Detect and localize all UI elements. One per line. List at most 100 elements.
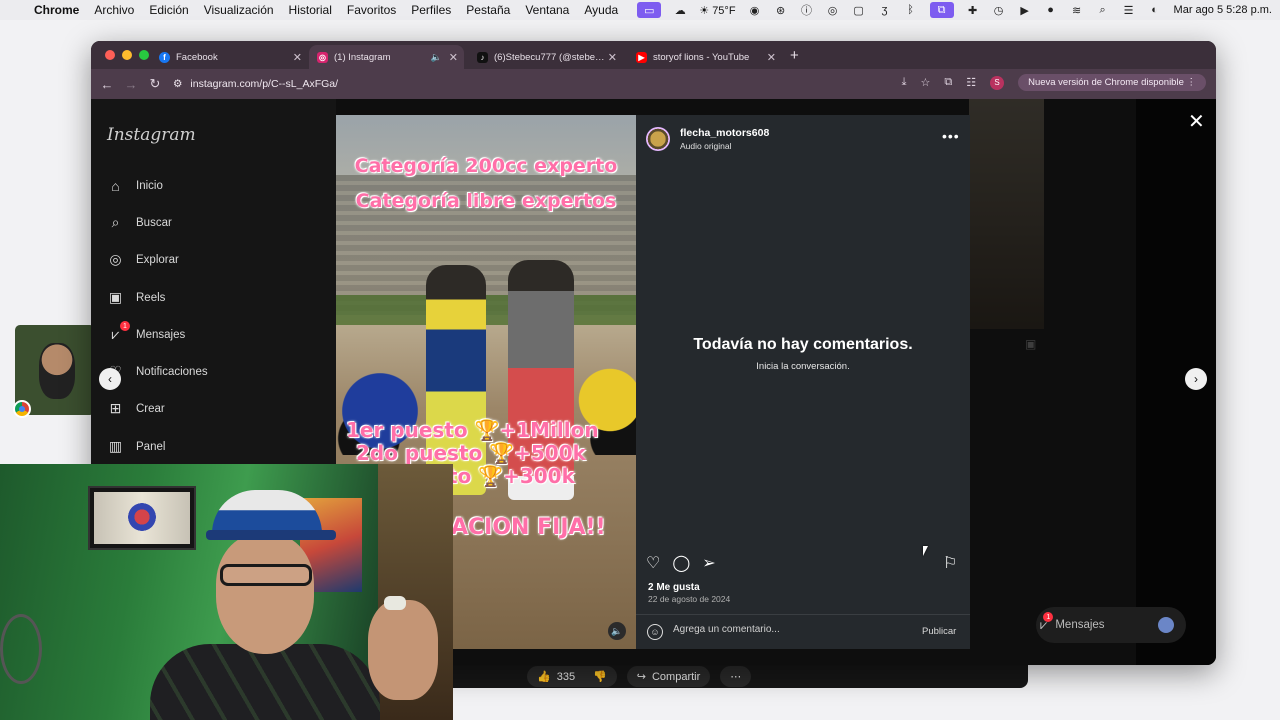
siri-icon[interactable]: ◐ — [1148, 4, 1162, 16]
sidebar-item-reels[interactable]: ▣ Reels — [107, 289, 166, 306]
weather-temperature[interactable]: ☀ 75°F — [699, 4, 735, 17]
like-heart-icon[interactable]: ♡ — [646, 553, 660, 573]
close-window-button[interactable] — [105, 50, 115, 60]
sidebar-item-inicio[interactable]: ⌂ Inicio — [107, 177, 163, 194]
play-icon[interactable]: ▶ — [1018, 4, 1032, 17]
comment-input[interactable] — [673, 624, 903, 635]
tab-close-icon[interactable]: ✕ — [293, 51, 302, 64]
sidebar-item-crear[interactable]: ⊞ Crear — [107, 400, 165, 417]
menu-edicion[interactable]: Edición — [149, 3, 188, 17]
menu-perfiles[interactable]: Perfiles — [411, 3, 451, 17]
tab-instagram[interactable]: ◎ (1) Instagram 🔈 ✕ — [309, 45, 464, 69]
chrome-update-button[interactable]: Nueva versión de Chrome disponible ⋮ — [1018, 74, 1206, 91]
hearing-icon[interactable]: ʒ — [878, 4, 892, 16]
new-tab-icon[interactable]: + — [790, 47, 799, 64]
gamepad-icon[interactable]: ✚ — [966, 4, 980, 17]
youtube-share-button[interactable]: ↪ Compartir — [626, 666, 711, 687]
menu-app-chrome[interactable]: Chrome — [34, 3, 79, 17]
speaker-icon[interactable]: 🔈 — [431, 52, 442, 63]
menu-visualizacion[interactable]: Visualización — [204, 3, 274, 17]
kebab-menu-icon: ⋮ — [1186, 77, 1197, 88]
control-center-icon[interactable]: ☰ — [1122, 4, 1136, 17]
macos-menubar: Chrome Archivo Edición Visualización His… — [0, 0, 1280, 20]
profile-avatar[interactable]: S — [990, 75, 1005, 90]
screen-record-icon[interactable]: ▭ — [637, 2, 662, 18]
publish-button[interactable]: Publicar — [922, 626, 956, 637]
more-icon: ⋯ — [730, 671, 742, 683]
empty-comments-title: Todavía no hay comentarios. — [693, 336, 913, 353]
user-icon[interactable]: ● — [1044, 4, 1058, 16]
youtube-icon: ▶ — [636, 51, 647, 63]
chrome-dock-icon[interactable] — [13, 400, 31, 418]
menu-archivo[interactable]: Archivo — [94, 3, 134, 17]
sidebar-item-buscar[interactable]: ⌕ Buscar — [107, 214, 172, 231]
youtube-like-button[interactable]: 👍 335 👎 — [527, 666, 617, 687]
next-post-button[interactable]: › — [1185, 368, 1207, 390]
wifi-icon[interactable]: ≋ — [1070, 4, 1084, 17]
install-app-icon[interactable]: ⤓ — [902, 76, 907, 89]
tab-youtube[interactable]: ▶ storyof lions - YouTube ✕ — [628, 45, 782, 69]
bookmark-star-icon[interactable]: ☆ — [920, 76, 930, 89]
sidebar-item-label: Notificaciones — [136, 365, 208, 378]
post-username[interactable]: flecha_motors608 — [680, 127, 769, 139]
cloud-icon[interactable]: ☁ — [673, 4, 687, 17]
mute-toggle-button[interactable]: 🔈 — [608, 622, 626, 640]
zoom-window-button[interactable] — [139, 50, 149, 60]
menu-ventana[interactable]: Ventana — [525, 3, 569, 17]
avatar[interactable] — [646, 127, 670, 151]
site-info-icon[interactable]: ⚙ — [173, 78, 182, 90]
messages-floating-button[interactable]: ⩗ 1 Mensajes — [1036, 607, 1186, 643]
tab-facebook[interactable]: f Facebook ✕ — [151, 45, 308, 69]
clock-icon[interactable]: ◷ — [992, 4, 1006, 17]
media-prize-2: 2do puesto 🏆+500k — [356, 441, 586, 465]
bluetooth-icon[interactable]: ᛒ — [904, 4, 918, 16]
reload-icon[interactable]: ↻ — [143, 76, 167, 92]
minimize-window-button[interactable] — [122, 50, 132, 60]
stage-manager-icon[interactable]: ⧉ — [929, 2, 954, 18]
tab-title: storyof lions - YouTube — [653, 51, 750, 63]
camera-record-icon[interactable]: ◉ — [748, 4, 762, 17]
tab-close-icon[interactable]: ✕ — [608, 51, 617, 64]
spotlight-search-icon[interactable]: ⌕ — [1096, 4, 1110, 16]
instagram-logo[interactable]: Instagram — [107, 125, 196, 145]
extensions-icon[interactable]: ⧉ — [944, 76, 952, 89]
bookmark-icon[interactable]: ⚐ — [943, 553, 957, 573]
info-icon[interactable]: ⓘ — [800, 4, 814, 17]
reading-list-icon[interactable]: ☷ — [966, 76, 976, 89]
sidebar-item-notificaciones[interactable]: ♡ Notificaciones — [107, 363, 208, 380]
emoji-icon[interactable]: ☺ — [647, 624, 663, 640]
send-paper-plane-icon[interactable]: ➢ — [702, 553, 715, 573]
speaker-icon: 🔈 — [611, 625, 623, 636]
tab-close-icon[interactable]: ✕ — [767, 51, 776, 64]
menu-ayuda[interactable]: Ayuda — [584, 3, 618, 17]
window-icon[interactable]: ▢ — [852, 4, 866, 17]
forward-arrow-icon[interactable]: → — [119, 77, 143, 92]
comment-bubble-icon[interactable]: ◯ — [672, 553, 690, 573]
messenger-icon: ⩗ 1 — [107, 321, 130, 343]
likes-count[interactable]: 2 Me gusta — [648, 582, 700, 593]
menu-favoritos[interactable]: Favoritos — [347, 3, 396, 17]
sidebar-item-panel[interactable]: ▥ Panel — [107, 438, 166, 455]
airdrop-icon[interactable]: ◎ — [826, 4, 840, 17]
post-audio-label[interactable]: Audio original — [680, 141, 732, 151]
creative-cloud-icon[interactable]: ⊛ — [774, 4, 788, 17]
media-caption-line2: Categoría libre expertos — [355, 190, 617, 212]
previous-post-button[interactable]: ‹ — [99, 368, 121, 390]
webcam-background-tv — [88, 486, 196, 550]
close-icon[interactable]: ✕ — [1188, 109, 1205, 134]
back-arrow-icon[interactable]: ← — [95, 77, 119, 92]
notification-badge: 1 — [120, 321, 130, 331]
address-bar[interactable]: ⚙ instagram.com/p/C--sL_AxFGa/ — [173, 78, 338, 90]
more-options-icon[interactable]: ••• — [942, 128, 960, 144]
sidebar-item-explorar[interactable]: ◎ Explorar — [107, 251, 178, 268]
mouse-cursor — [923, 546, 932, 556]
youtube-more-button[interactable]: ⋯ — [720, 666, 752, 687]
tab-tiktok[interactable]: ♪ (6)Stebecu777 (@stebecu77 ✕ — [469, 45, 623, 69]
webcam-person-face — [216, 534, 314, 654]
menubar-datetime[interactable]: Mar ago 5 5:28 p.m. — [1174, 4, 1272, 16]
menu-pestana[interactable]: Pestaña — [466, 3, 510, 17]
sidebar-item-mensajes[interactable]: ⩗ 1 Mensajes — [107, 321, 185, 343]
menu-historial[interactable]: Historial — [289, 3, 332, 17]
tab-close-icon[interactable]: ✕ — [449, 51, 458, 64]
thumbs-down-icon[interactable]: 👎 — [593, 670, 607, 683]
